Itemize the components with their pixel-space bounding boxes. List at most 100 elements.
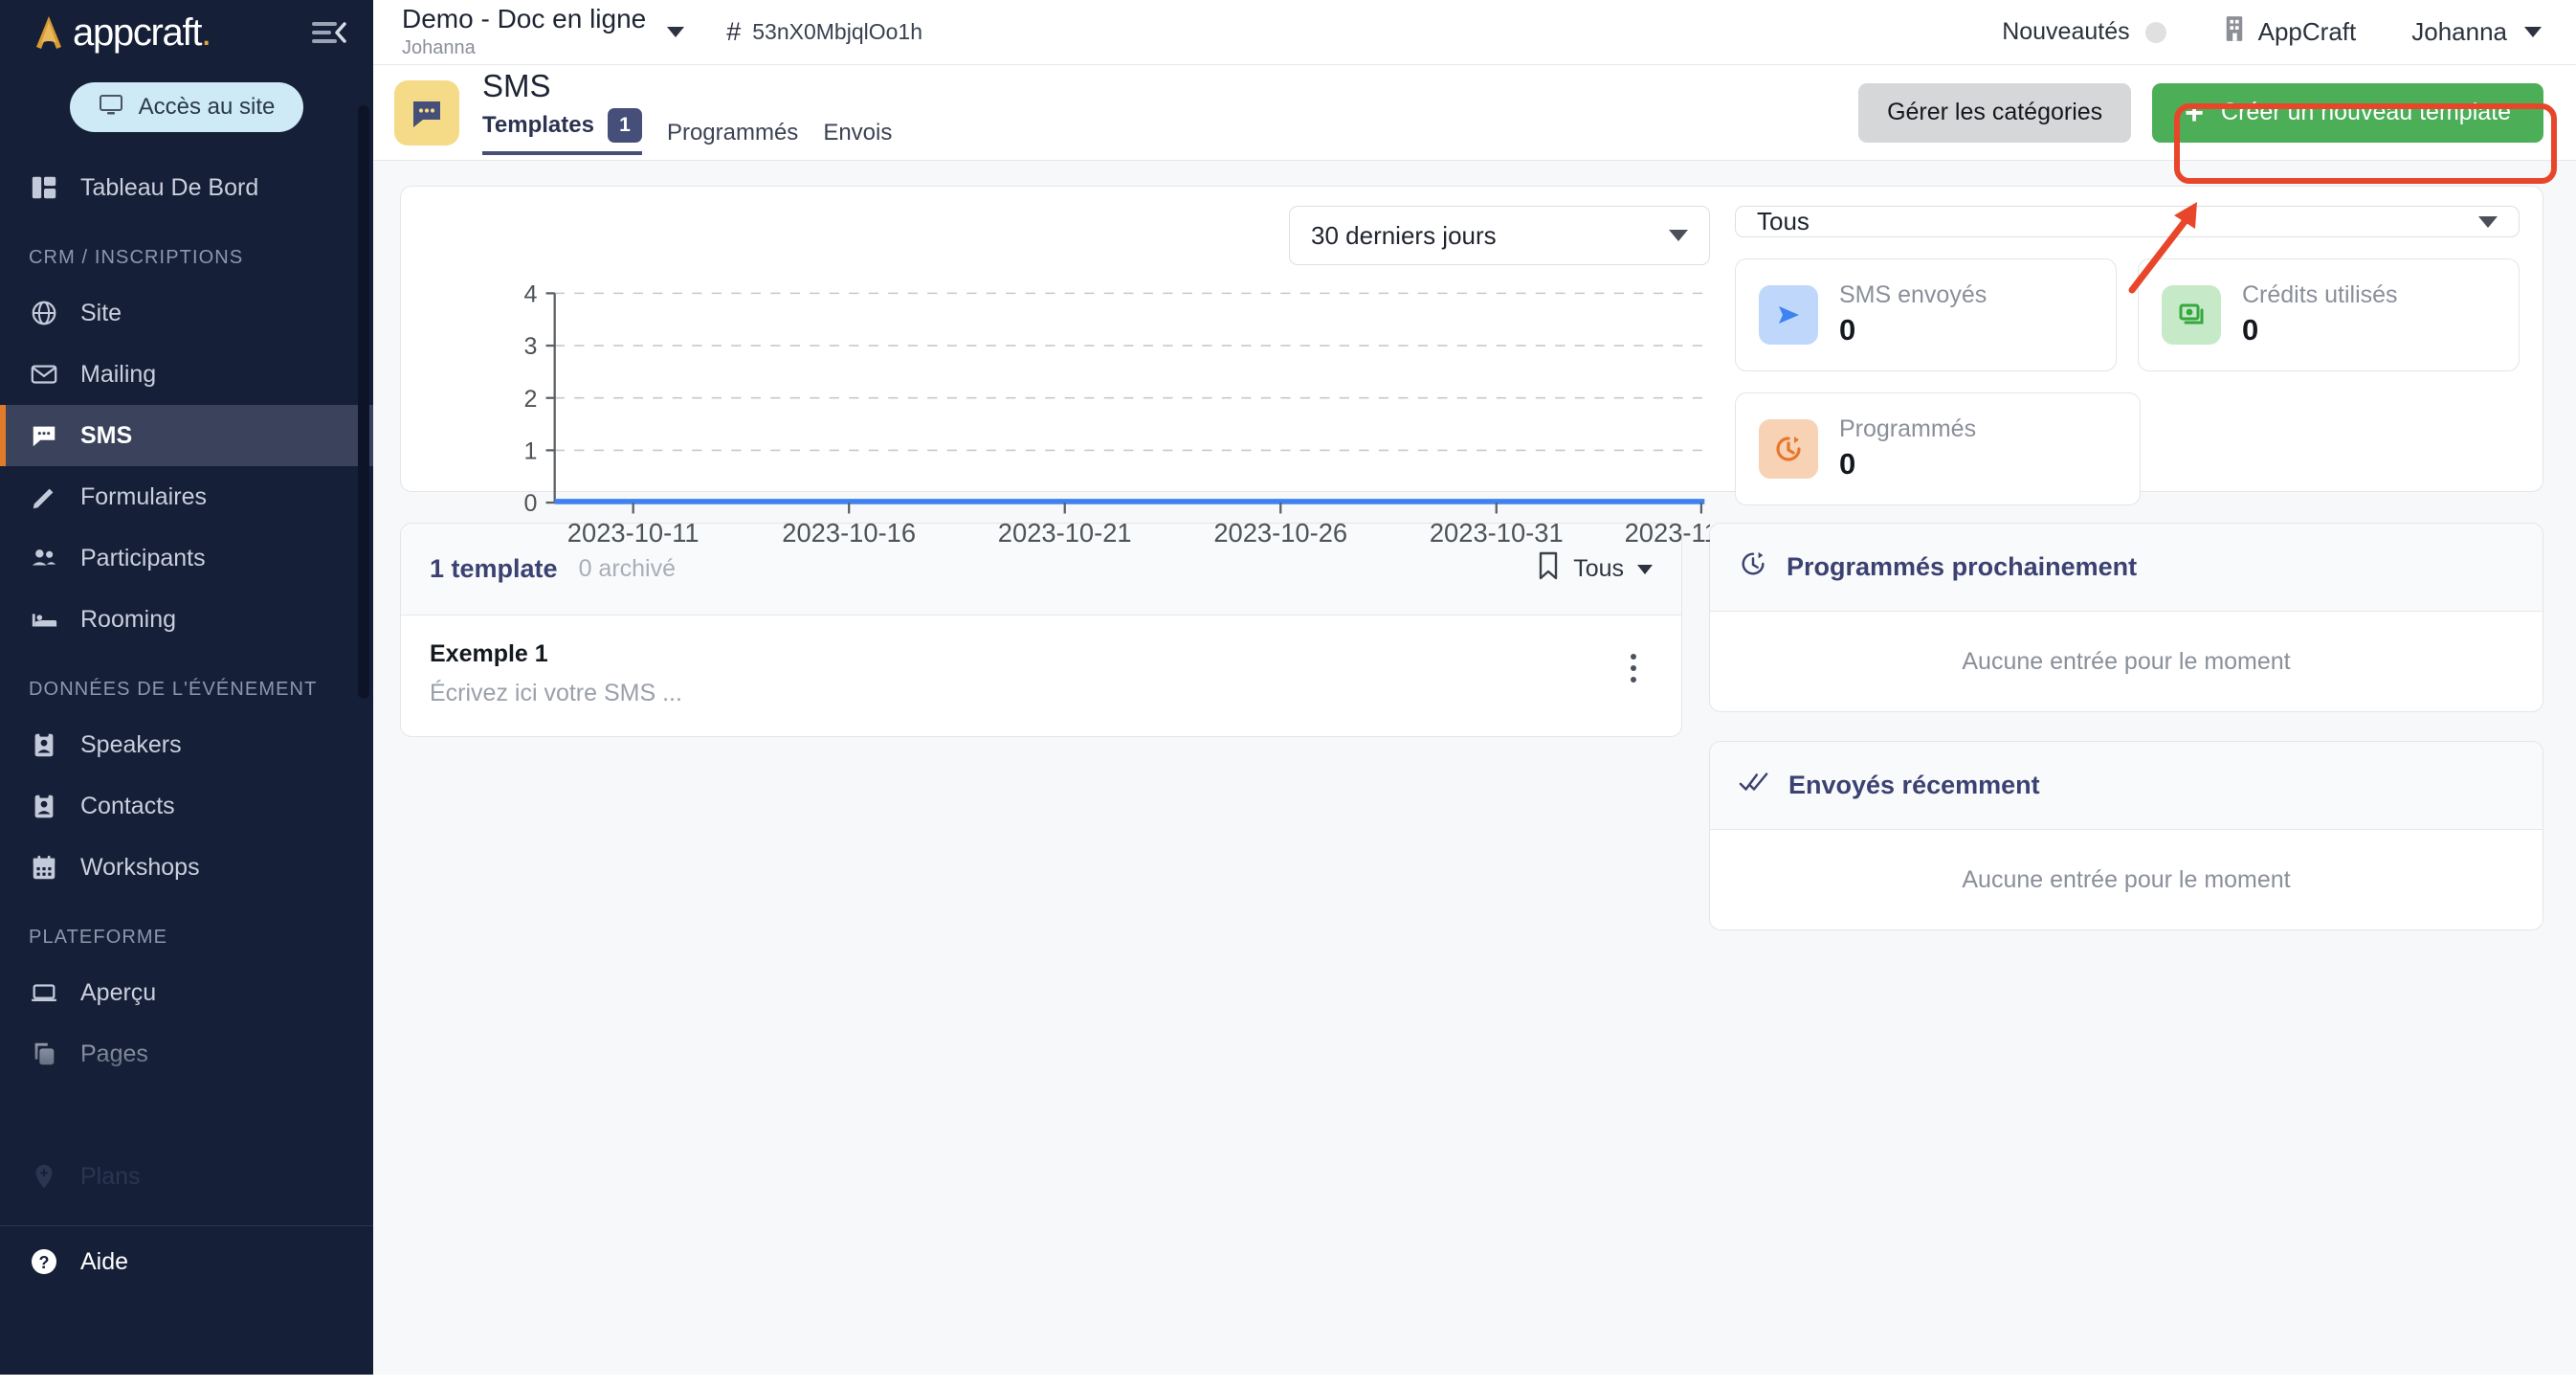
- page-header-titles: SMS Templates 1 Programmés Envois: [482, 69, 892, 156]
- building-icon: [2224, 15, 2245, 49]
- app-root: appcraft. Accès au site Tableau De Bord …: [0, 0, 2576, 1388]
- kebab-menu-icon[interactable]: [1614, 640, 1653, 683]
- side-panels: Programmés prochainement Aucune entrée p…: [1709, 523, 2543, 930]
- create-template-button[interactable]: + Créer un nouveau template: [2152, 82, 2543, 143]
- panel-envoyes-recemment: Envoyés récemment Aucune entrée pour le …: [1709, 741, 2543, 930]
- map-pin-icon: [29, 1161, 59, 1192]
- access-site-button[interactable]: Accès au site: [69, 82, 304, 132]
- sidebar-item-participants[interactable]: Participants: [0, 527, 373, 589]
- sidebar-item-aide[interactable]: ? Aide: [0, 1226, 373, 1297]
- main-area: Demo - Doc en ligne Johanna # 53nX0Mbjql…: [373, 0, 2576, 1388]
- sidebar-nav: Tableau De Bord CRM / INSCRIPTIONS Site: [0, 157, 373, 1220]
- tab-envois[interactable]: Envois: [823, 120, 892, 155]
- create-template-label: Créer un nouveau template: [2221, 99, 2511, 125]
- logo-text: appcraft: [73, 11, 202, 54]
- svg-text:4: 4: [524, 282, 538, 308]
- notification-dot-icon: [2144, 21, 2166, 43]
- sidebar-item-label: Participants: [80, 544, 206, 571]
- stat-card-credits-utilises: Crédits utilisés 0: [2138, 258, 2520, 371]
- tab-badge-count: 1: [607, 108, 642, 144]
- schedule-clock-icon: [1759, 419, 1818, 479]
- organization-label: AppCraft: [2257, 17, 2357, 46]
- sidebar-item-label: Tableau De Bord: [80, 173, 259, 201]
- stat-text: Crédits utilisés 0: [2242, 282, 2398, 347]
- sidebar-item-label: Config: [80, 1101, 150, 1129]
- svg-text:0: 0: [524, 490, 538, 517]
- page-content: 30 derniers jours 4 3 2 1 0 2023-10-11 2…: [373, 161, 2576, 1388]
- sidebar: appcraft. Accès au site Tableau De Bord …: [0, 0, 373, 1388]
- sidebar-item-formulaires[interactable]: Formulaires: [0, 466, 373, 527]
- project-id-value: 53nX0MbjqlOo1h: [752, 19, 922, 44]
- sidebar-item-label: Pages: [80, 1040, 148, 1067]
- svg-text:2023-10-31: 2023-10-31: [1430, 518, 1564, 548]
- sidebar-item-label: Formulaires: [80, 482, 207, 510]
- monitor-icon: [99, 92, 123, 123]
- user-menu[interactable]: Johanna: [2411, 17, 2542, 47]
- sidebar-item-sms[interactable]: SMS: [0, 405, 373, 466]
- chevron-down-icon: [667, 26, 685, 37]
- sidebar-item-apercu[interactable]: Aperçu: [0, 962, 373, 1023]
- template-filter-select[interactable]: Tous: [1537, 551, 1653, 587]
- sidebar-item-contacts[interactable]: Contacts: [0, 775, 373, 837]
- template-row-preview: Écrivez ici votre SMS ...: [430, 680, 682, 706]
- chevron-down-icon: [1669, 230, 1688, 241]
- sidebar-item-workshops[interactable]: Workshops: [0, 837, 373, 898]
- stat-card-sms-envoyes: SMS envoyés 0: [1735, 258, 2117, 371]
- news-label: Nouveautés: [2002, 18, 2130, 45]
- chart-svg: 4 3 2 1 0 2023-10-11 2023-10-16 2023-10-…: [524, 282, 1710, 548]
- access-site-wrap: Accès au site: [0, 65, 373, 157]
- panel-empty-state: Aucune entrée pour le moment: [1962, 647, 2291, 675]
- svg-text:1: 1: [524, 438, 538, 465]
- credits-icon: [2162, 285, 2221, 345]
- people-icon: [29, 543, 59, 573]
- panel-title: Programmés prochainement: [1787, 552, 2138, 581]
- globe-icon: [29, 298, 59, 328]
- chevron-down-icon: [2524, 27, 2542, 37]
- date-range-value: 30 derniers jours: [1311, 220, 1497, 250]
- sidebar-item-tableau-de-bord[interactable]: Tableau De Bord: [0, 157, 373, 218]
- organization-button[interactable]: AppCraft: [2224, 15, 2357, 49]
- news-button[interactable]: Nouveautés: [2002, 18, 2166, 46]
- manage-categories-button[interactable]: Gérer les catégories: [1858, 82, 2132, 143]
- bottom-strip: [0, 1375, 2576, 1388]
- page-tabs: Templates 1 Programmés Envois: [482, 108, 892, 156]
- sidebar-item-config[interactable]: Config: [0, 1085, 373, 1146]
- svg-text:2023-11-07: 2023-11-07: [1625, 518, 1710, 548]
- sidebar-scrollbar[interactable]: [358, 105, 369, 699]
- sidebar-item-label: Mailing: [80, 360, 157, 388]
- stat-spacer: [2162, 392, 2520, 505]
- appcraft-logo-icon: [27, 11, 71, 55]
- tab-programmes[interactable]: Programmés: [667, 120, 798, 155]
- double-check-icon: [1739, 770, 1769, 801]
- bookmark-icon: [1537, 551, 1560, 587]
- project-switcher[interactable]: Demo - Doc en ligne Johanna: [402, 4, 685, 59]
- stat-label: Crédits utilisés: [2242, 281, 2398, 309]
- sidebar-item-rooming[interactable]: Rooming: [0, 589, 373, 650]
- svg-text:2: 2: [524, 386, 538, 413]
- collapse-sidebar-icon[interactable]: [308, 12, 348, 53]
- sms-line-chart: 4 3 2 1 0 2023-10-11 2023-10-16 2023-10-…: [424, 282, 1710, 555]
- tab-label: Templates: [482, 112, 594, 139]
- stat-text: Programmés 0: [1839, 416, 1976, 481]
- tab-templates[interactable]: Templates 1: [482, 108, 642, 156]
- tab-label: Envois: [823, 120, 893, 146]
- topbar: Demo - Doc en ligne Johanna # 53nX0Mbjql…: [373, 0, 2576, 65]
- template-row[interactable]: Exemple 1 Écrivez ici votre SMS ...: [401, 616, 1681, 736]
- sidebar-item-site[interactable]: Site: [0, 282, 373, 344]
- sidebar-item-speakers[interactable]: Speakers: [0, 714, 373, 775]
- chart-controls: 30 derniers jours: [424, 206, 1710, 265]
- schedule-clock-icon: [1739, 549, 1767, 585]
- sidebar-item-mailing[interactable]: Mailing: [0, 344, 373, 405]
- topbar-right: Nouveautés AppCraft Johanna: [2002, 15, 2542, 49]
- sidebar-item-label: Workshops: [80, 853, 200, 881]
- template-count: 1 template: [430, 554, 558, 583]
- sidebar-item-plans[interactable]: Plans: [0, 1146, 373, 1207]
- stat-value: 0: [2242, 312, 2259, 347]
- sidebar-item-pages[interactable]: Pages: [0, 1023, 373, 1085]
- sidebar-item-label: SMS: [80, 421, 133, 449]
- sidebar-item-label: Site: [80, 299, 122, 326]
- date-range-select[interactable]: 30 derniers jours: [1289, 206, 1710, 265]
- sms-type-select[interactable]: Tous: [1735, 206, 2520, 237]
- svg-text:2023-10-21: 2023-10-21: [998, 518, 1132, 548]
- send-icon: [1759, 285, 1818, 345]
